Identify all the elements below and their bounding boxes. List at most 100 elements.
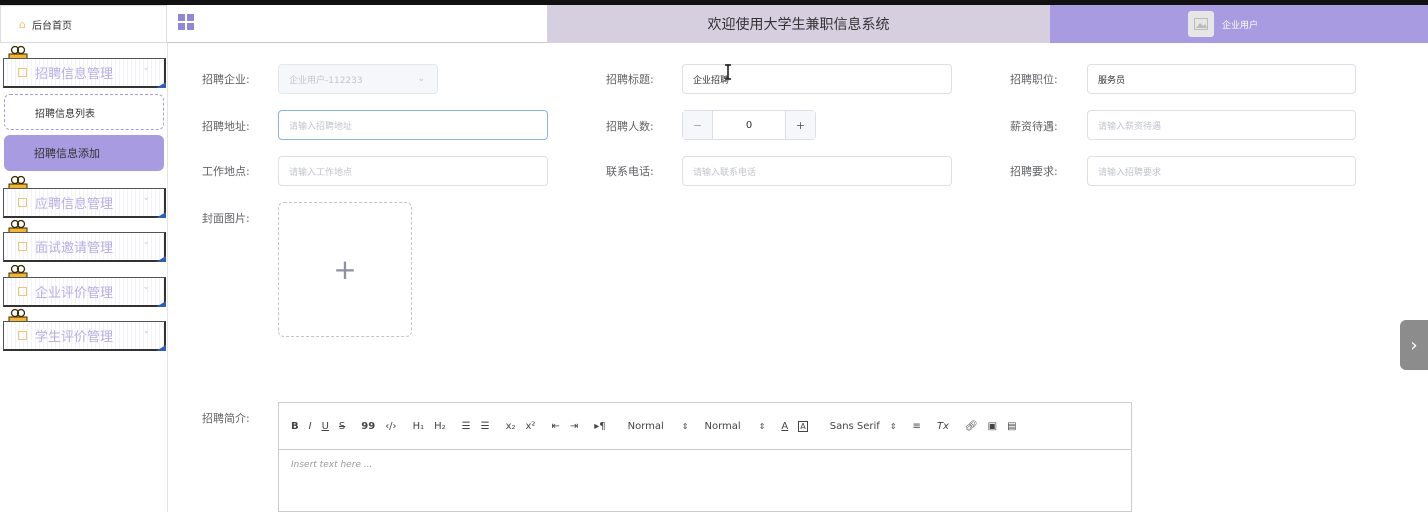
chevron-down-icon: ⌄ — [142, 282, 150, 292]
chevron-right-icon[interactable]: › — [1400, 320, 1428, 370]
location-label: 工作地点: — [202, 165, 250, 178]
phone-label: 联系电话: — [606, 165, 654, 178]
address-label: 招聘地址: — [202, 120, 250, 133]
salary-input[interactable]: 请输入薪资待遇 — [1087, 110, 1356, 140]
home-tab[interactable]: ⌂ 后台首页 — [0, 5, 167, 43]
blockquote-button[interactable]: 99 — [361, 421, 375, 432]
menu-application-info[interactable]: 应聘信息管理 ⌄ — [3, 188, 166, 218]
menu-recruit-info[interactable]: 招聘信息管理 ⌄ — [3, 58, 166, 88]
size-picker-label: Normal — [627, 420, 664, 432]
italic-button[interactable]: I — [309, 421, 312, 432]
system-title: 欢迎使用大学生兼职信息系统 — [547, 5, 1050, 43]
sub-item-recruit-list[interactable]: 招聘信息列表 — [4, 94, 164, 130]
position-value: 服务员 — [1098, 75, 1126, 86]
chevron-down-icon: ⌄ — [142, 193, 150, 203]
menu-square-icon — [18, 68, 27, 77]
sub-item-recruit-add[interactable]: 招聘信息添加 — [4, 135, 164, 171]
font-picker[interactable]: Sans Serif ⇕ — [830, 421, 897, 432]
header-2-button[interactable]: H₂ — [434, 421, 446, 432]
headcount-stepper[interactable]: − 0 + — [682, 110, 816, 140]
position-input[interactable]: 服务员 — [1087, 64, 1356, 94]
underline-button[interactable]: U — [322, 421, 329, 432]
bold-button[interactable]: B — [291, 421, 299, 432]
cover-upload[interactable]: + — [278, 202, 412, 337]
address-input[interactable]: 请输入招聘地址 — [278, 110, 548, 140]
editor-placeholder: Insert text here ... — [291, 460, 373, 470]
text-cursor-icon — [725, 64, 731, 80]
company-value: 企业用户-112233 — [289, 75, 363, 86]
corner-fold — [156, 256, 166, 262]
chevron-down-icon: ⌄ — [142, 326, 150, 336]
user-menu[interactable]: 企业用户 — [1050, 5, 1428, 43]
strike-button[interactable]: S — [339, 421, 345, 432]
header-picker[interactable]: Normal ⇕ — [705, 421, 766, 432]
salary-label: 薪资待遇: — [1010, 120, 1058, 133]
corner-fold — [156, 301, 166, 307]
requirements-input[interactable]: 请输入招聘要求 — [1087, 156, 1356, 186]
menu-square-icon — [18, 198, 27, 207]
image-icon — [1194, 18, 1208, 30]
ordered-list-button[interactable]: ☰ — [462, 421, 471, 432]
phone-placeholder: 请输入联系电话 — [693, 167, 757, 178]
menu-square-icon — [18, 287, 27, 296]
menu-label: 招聘信息管理 — [35, 67, 114, 82]
clear-format-button[interactable]: Tx — [937, 421, 949, 432]
company-select[interactable]: 企业用户-112233 ⌄ — [278, 64, 438, 94]
updown-icon: ⇕ — [681, 421, 689, 431]
editor-toolbar: B I U S 99 ‹/› H₁ H₂ ☰ ☰ x₂ x² ⇤ ⇥ ▸¶ No… — [279, 403, 1131, 450]
size-picker[interactable]: Normal ⇕ — [628, 421, 689, 432]
salary-placeholder: 请输入薪资待遇 — [1098, 121, 1162, 132]
header-1-button[interactable]: H₁ — [413, 421, 425, 432]
headcount-label: 招聘人数: — [606, 120, 654, 133]
position-label: 招聘职位: — [1010, 73, 1058, 86]
video-insert-icon[interactable]: ▤ — [1007, 421, 1016, 432]
bullet-list-button[interactable]: ☰ — [481, 421, 490, 432]
indent-button[interactable]: ⇥ — [570, 421, 578, 432]
background-color-icon[interactable]: A — [798, 420, 808, 432]
menu-label: 学生评价管理 — [35, 330, 114, 345]
menu-toggle-grid-icon[interactable] — [178, 14, 194, 30]
decrease-button[interactable]: − — [683, 111, 713, 139]
align-button[interactable]: ≡ — [913, 421, 921, 432]
location-input[interactable]: 请输入工作地点 — [278, 156, 548, 186]
increase-button[interactable]: + — [785, 111, 815, 139]
menu-label: 面试邀请管理 — [35, 241, 114, 256]
title-label: 招聘标题: — [606, 73, 654, 86]
headcount-value[interactable]: 0 — [713, 111, 785, 139]
plus-icon: + — [333, 253, 357, 286]
company-label: 招聘企业: — [202, 73, 250, 86]
phone-input[interactable]: 请输入联系电话 — [682, 156, 952, 186]
menu-interview-invite[interactable]: 面试邀请管理 ⌄ — [3, 232, 166, 262]
updown-icon: ⇕ — [889, 421, 897, 431]
updown-icon: ⇕ — [758, 421, 766, 431]
menu-square-icon — [18, 242, 27, 251]
text-direction-button[interactable]: ▸¶ — [594, 421, 605, 432]
address-placeholder: 请输入招聘地址 — [289, 121, 353, 132]
user-name: 企业用户 — [1222, 20, 1259, 31]
subscript-button[interactable]: x₂ — [506, 421, 516, 432]
rich-text-editor[interactable]: B I U S 99 ‹/› H₁ H₂ ☰ ☰ x₂ x² ⇤ ⇥ ▸¶ No… — [278, 402, 1132, 512]
avatar[interactable] — [1188, 11, 1214, 37]
image-insert-icon[interactable]: ▣ — [988, 421, 997, 432]
corner-fold — [156, 82, 166, 88]
corner-fold — [156, 212, 166, 218]
code-block-button[interactable]: ‹/› — [385, 421, 396, 432]
sub-item-label: 招聘信息列表 — [35, 108, 95, 120]
menu-label: 企业评价管理 — [35, 286, 114, 301]
chevron-down-icon: ⌄ — [142, 63, 150, 73]
font-picker-label: Sans Serif — [829, 420, 880, 432]
sub-item-label: 招聘信息添加 — [34, 147, 100, 160]
font-color-icon[interactable]: A — [781, 421, 788, 432]
chevron-down-icon: ⌄ — [417, 74, 425, 84]
home-icon: ⌂ — [19, 17, 26, 31]
title-input[interactable]: 企业招聘 — [682, 64, 952, 94]
outdent-button[interactable]: ⇤ — [551, 421, 559, 432]
menu-student-review[interactable]: 学生评价管理 ⌄ — [3, 321, 166, 351]
menu-label: 应聘信息管理 — [35, 197, 114, 212]
cover-label: 封面图片: — [202, 212, 250, 225]
menu-company-review[interactable]: 企业评价管理 ⌄ — [3, 277, 166, 307]
link-icon[interactable]: 🔗︎ — [965, 421, 978, 432]
requirements-placeholder: 请输入招聘要求 — [1098, 167, 1162, 178]
corner-fold — [156, 345, 166, 351]
superscript-button[interactable]: x² — [526, 421, 536, 432]
